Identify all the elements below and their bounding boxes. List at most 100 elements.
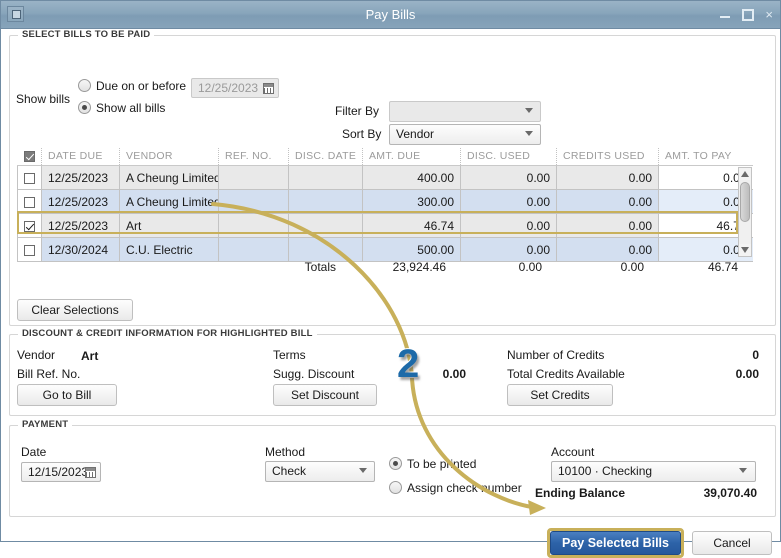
radio-to-be-printed[interactable] xyxy=(389,457,402,470)
cell-ref-no xyxy=(218,237,289,262)
dc-number-credits-value: 0 xyxy=(752,348,759,362)
cell-amt-due: 400.00 xyxy=(362,165,461,190)
cell-disc-used: 0.00 xyxy=(460,213,557,238)
dc-terms-label: Terms xyxy=(273,348,306,362)
table-row[interactable]: 12/25/2023 A Cheung Limited 300.00 0.00 0.00… xyxy=(17,189,753,214)
go-to-bill-button[interactable]: Go to Bill xyxy=(17,384,117,406)
row-select-cell[interactable] xyxy=(17,165,42,190)
column-header-amt-due[interactable]: AMT. DUE xyxy=(362,148,461,166)
minimize-icon[interactable] xyxy=(720,9,731,20)
set-discount-button[interactable]: Set Discount xyxy=(273,384,377,406)
cell-vendor: A Cheung Limited xyxy=(119,189,219,214)
totals-label: Totals xyxy=(304,260,336,274)
row-checkbox[interactable] xyxy=(24,244,35,256)
close-icon[interactable]: × xyxy=(765,8,773,21)
pay-bills-window: Pay Bills × SELECT BILLS TO BE PAID Show… xyxy=(0,0,781,558)
discount-credit-group: DISCOUNT & CREDIT INFORMATION FOR HIGHLI… xyxy=(9,328,776,416)
chevron-down-icon[interactable] xyxy=(359,468,367,473)
calendar-icon[interactable] xyxy=(263,83,274,94)
row-select-cell[interactable] xyxy=(17,189,42,214)
sort-by-label: Sort By xyxy=(342,127,382,141)
payment-account-label: Account xyxy=(551,445,595,459)
totals-row: Totals 23,924.46 0.00 0.00 46.74 xyxy=(17,260,752,282)
bills-table[interactable]: DATE DUE VENDOR REF. NO. DISC. DATE AMT.… xyxy=(17,148,753,262)
cell-disc-date xyxy=(288,213,363,238)
row-checkbox[interactable] xyxy=(24,196,35,208)
select-all-header[interactable] xyxy=(17,148,42,166)
clear-selections-button[interactable]: Clear Selections xyxy=(17,299,133,321)
payment-account-select[interactable]: 10100 · Checking xyxy=(551,461,756,482)
column-header-disc-date[interactable]: DISC. DATE xyxy=(288,148,363,166)
cell-date-due: 12/25/2023 xyxy=(41,165,120,190)
column-header-date-due[interactable]: DATE DUE xyxy=(41,148,120,166)
cell-credits-used: 0.00 xyxy=(556,165,659,190)
step-number-badge: 2 xyxy=(396,342,420,386)
column-header-disc-used[interactable]: DISC. USED xyxy=(460,148,557,166)
cell-ref-no xyxy=(218,213,289,238)
cell-vendor: Art xyxy=(119,213,219,238)
payment-legend: PAYMENT xyxy=(18,419,73,430)
radio-show-all-bills-label: Show all bills xyxy=(96,101,166,115)
cell-date-due: 12/25/2023 xyxy=(41,213,120,238)
row-checkbox[interactable] xyxy=(24,220,35,232)
chevron-down-icon[interactable] xyxy=(739,468,747,473)
title-bar: Pay Bills × xyxy=(1,1,780,29)
totals-disc-used: 0.00 xyxy=(518,260,542,274)
discount-credit-legend: DISCOUNT & CREDIT INFORMATION FOR HIGHLI… xyxy=(18,328,317,339)
row-checkbox[interactable] xyxy=(24,172,35,184)
totals-amt-to-pay: 46.74 xyxy=(707,260,738,274)
cell-disc-used: 0.00 xyxy=(460,165,557,190)
cell-amt-due: 46.74 xyxy=(362,213,461,238)
column-header-credits-used[interactable]: CREDITS USED xyxy=(556,148,659,166)
radio-due-on-or-before-label: Due on or before xyxy=(96,79,187,93)
bills-table-head: DATE DUE VENDOR REF. NO. DISC. DATE AMT.… xyxy=(17,148,753,166)
pay-selected-bills-button[interactable]: Pay Selected Bills xyxy=(550,531,681,555)
column-header-ref-no[interactable]: REF. NO. xyxy=(218,148,289,166)
cell-vendor: A Cheung Limited xyxy=(119,165,219,190)
row-select-cell[interactable] xyxy=(17,213,42,238)
bills-table-element: DATE DUE VENDOR REF. NO. DISC. DATE AMT.… xyxy=(17,148,753,262)
set-credits-label: Set Credits xyxy=(530,388,590,402)
cancel-button[interactable]: Cancel xyxy=(692,531,772,555)
ending-balance-value: 39,070.40 xyxy=(703,486,757,500)
select-all-checkbox[interactable] xyxy=(23,150,35,162)
set-credits-button[interactable]: Set Credits xyxy=(507,384,613,406)
totals-amt-due: 23,924.46 xyxy=(392,260,446,274)
cell-credits-used: 0.00 xyxy=(556,213,659,238)
dc-total-credits-value: 0.00 xyxy=(735,367,759,381)
radio-due-on-or-before[interactable] xyxy=(78,79,91,92)
table-scrollbar[interactable] xyxy=(738,167,752,257)
scroll-down-icon[interactable] xyxy=(739,244,751,256)
sort-by-select[interactable]: Vendor xyxy=(389,124,541,145)
radio-to-be-printed-label: To be printed xyxy=(407,457,477,471)
dc-number-credits-label: Number of Credits xyxy=(507,348,605,362)
column-header-amt-to-pay[interactable]: AMT. TO PAY xyxy=(658,148,753,166)
cell-disc-used: 0.00 xyxy=(460,237,557,262)
radio-assign-check-number[interactable] xyxy=(389,481,402,494)
table-row[interactable]: 12/25/2023 A Cheung Limited 400.00 0.00 0.00… xyxy=(17,165,753,190)
payment-method-label: Method xyxy=(265,445,306,459)
scroll-up-icon[interactable] xyxy=(739,168,751,180)
cell-disc-date xyxy=(288,237,363,262)
calendar-icon[interactable] xyxy=(85,467,96,478)
cell-disc-date xyxy=(288,189,363,214)
cell-amt-due: 300.00 xyxy=(362,189,461,214)
cell-ref-no xyxy=(218,165,289,190)
chevron-down-icon[interactable] xyxy=(525,108,533,113)
maximize-icon[interactable] xyxy=(742,8,755,21)
filter-by-select[interactable] xyxy=(389,101,541,122)
pay-selected-bills-label: Pay Selected Bills xyxy=(561,536,669,550)
payment-date-label: Date xyxy=(21,445,47,459)
filter-by-label: Filter By xyxy=(335,104,380,118)
bills-table-body: 12/25/2023 A Cheung Limited 400.00 0.00 0.00… xyxy=(17,165,753,262)
chevron-down-icon[interactable] xyxy=(525,131,533,136)
radio-assign-check-number-label: Assign check number xyxy=(407,481,522,495)
cell-vendor: C.U. Electric xyxy=(119,237,219,262)
table-row[interactable]: 12/30/2024 C.U. Electric 500.00 0.00 0.00 0.0… xyxy=(17,237,753,262)
scrollbar-thumb[interactable] xyxy=(740,182,750,222)
row-select-cell[interactable] xyxy=(17,237,42,262)
table-row[interactable]: 12/25/2023 Art 46.74 0.00 0.00 46.74 xyxy=(17,213,753,238)
radio-show-all-bills[interactable] xyxy=(78,101,91,114)
dc-total-credits-label: Total Credits Available xyxy=(507,367,625,381)
column-header-vendor[interactable]: VENDOR xyxy=(119,148,219,166)
